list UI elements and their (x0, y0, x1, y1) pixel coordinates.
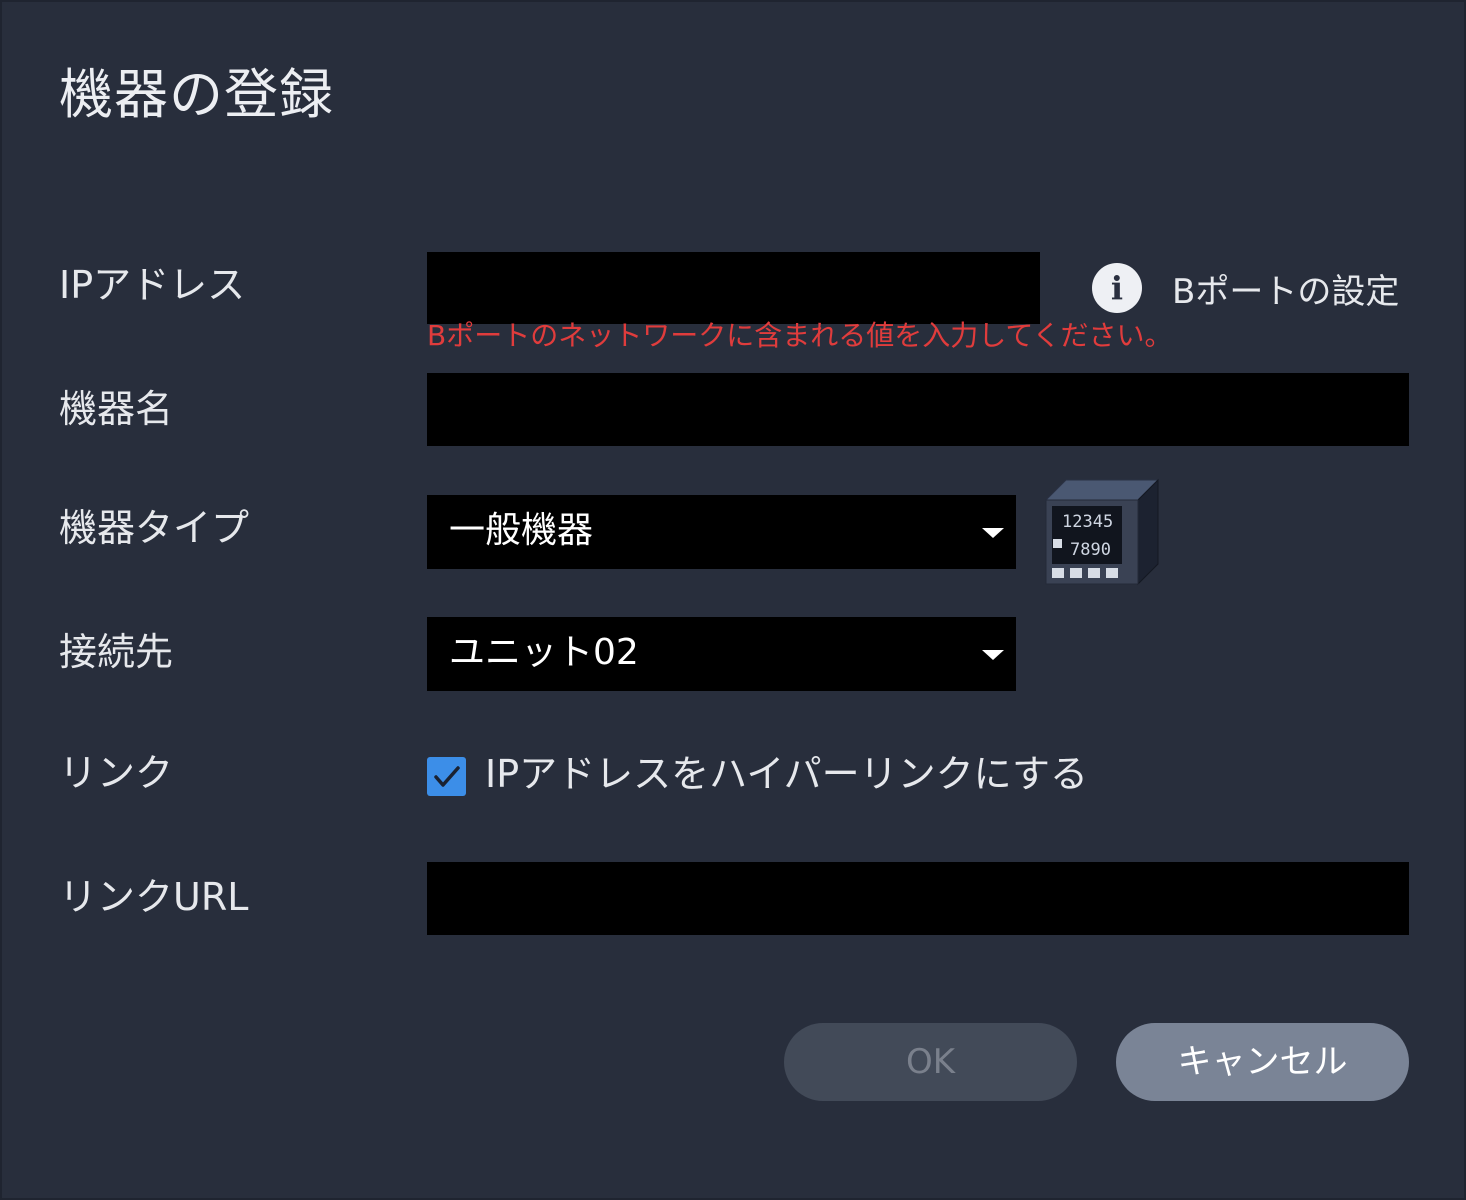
device-display-row1: 12345 (1062, 512, 1113, 532)
dialog-title: 機器の登録 (59, 63, 334, 126)
device-type-selected-value: 一般機器 (449, 510, 594, 551)
ok-button[interactable]: OK (784, 1023, 1077, 1101)
chevron-down-icon (982, 528, 1004, 538)
device-type-label: 機器タイプ (59, 506, 250, 550)
checkmark-icon (434, 766, 460, 787)
cancel-button[interactable]: キャンセル (1116, 1023, 1409, 1101)
device-display-row2: 7890 (1070, 540, 1111, 560)
device-type-select[interactable]: 一般機器 (427, 495, 1016, 569)
general-device-icon: 12345 7890 (1042, 476, 1162, 592)
device-name-label: 機器名 (59, 387, 174, 431)
ip-address-input[interactable] (427, 252, 1040, 324)
ip-address-error-message: Bポートのネットワークに含まれる値を入力してください。 (427, 319, 1173, 352)
connection-label: 接続先 (59, 630, 174, 674)
hyperlink-checkbox[interactable] (427, 757, 466, 796)
connection-selected-value: ユニット02 (449, 632, 639, 673)
info-icon: i (1092, 263, 1142, 313)
link-label: リンク (59, 751, 174, 795)
ip-address-label: IPアドレス (59, 263, 246, 307)
device-name-input[interactable] (427, 373, 1409, 446)
hyperlink-checkbox-label[interactable]: IPアドレスをハイパーリンクにする (485, 749, 1088, 799)
device-registration-dialog: 機器の登録 IPアドレス i Bポートの設定 Bポートのネットワークに含まれる値… (0, 0, 1466, 1200)
b-port-settings-label: Bポートの設定 (1172, 271, 1400, 312)
chevron-down-icon (982, 650, 1004, 660)
connection-select[interactable]: ユニット02 (427, 617, 1016, 691)
link-url-input[interactable] (427, 862, 1409, 935)
b-port-settings-link[interactable]: i Bポートの設定 (1092, 262, 1399, 314)
link-url-label: リンクURL (59, 875, 249, 919)
